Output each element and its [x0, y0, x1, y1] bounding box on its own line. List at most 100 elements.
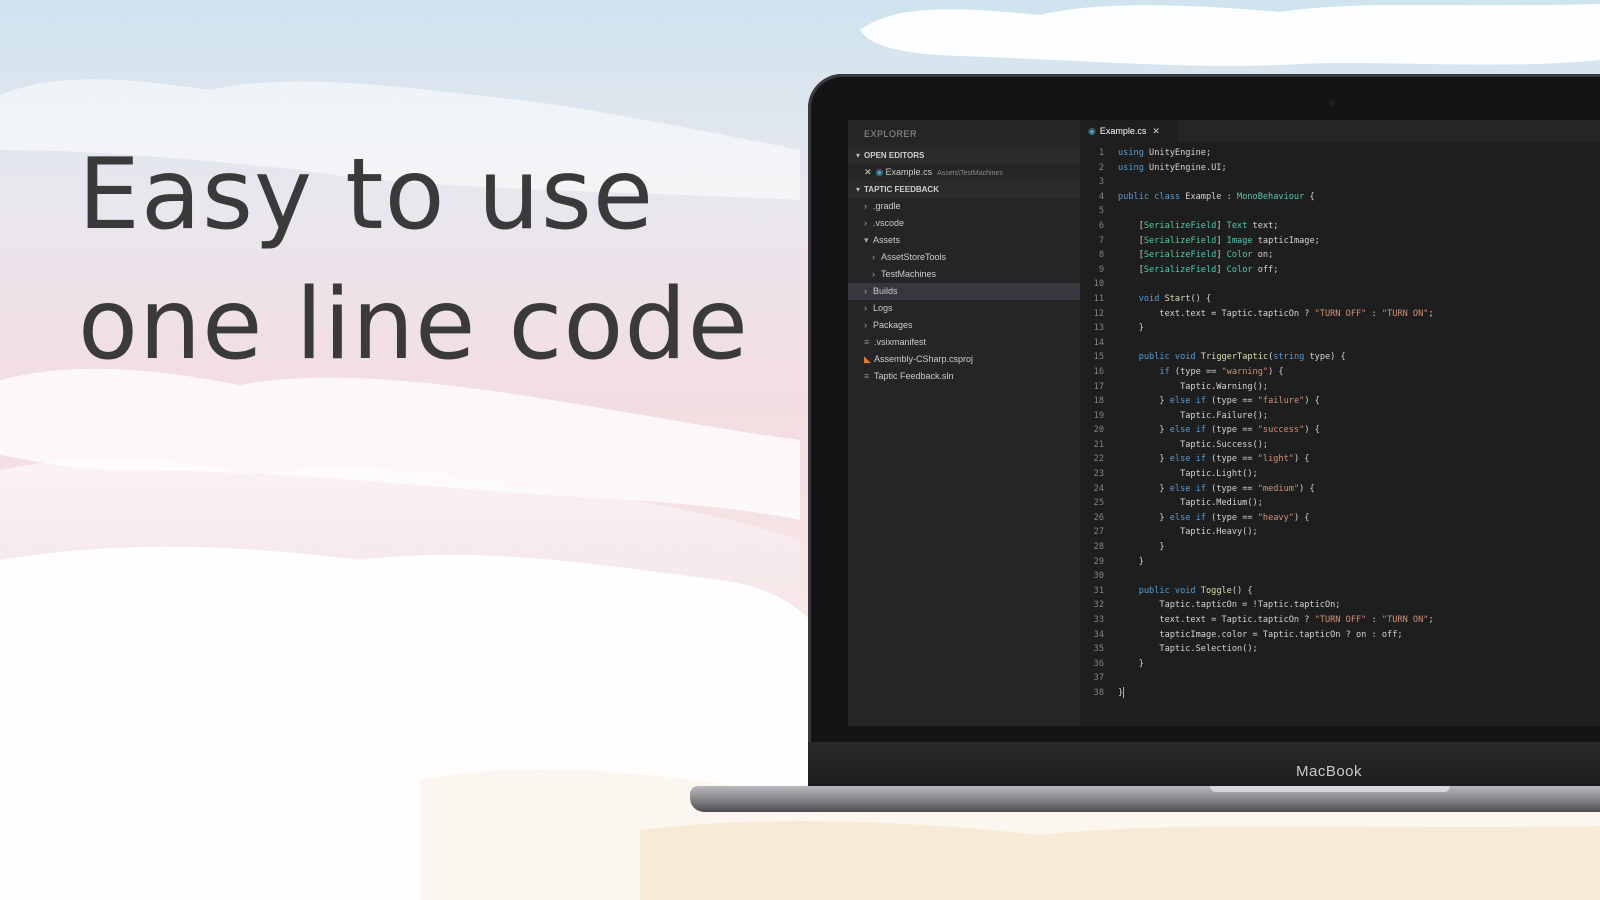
code-token: else if [1169, 512, 1212, 523]
code-token: { [1304, 191, 1315, 202]
open-editor-file: Example.cs [885, 167, 933, 177]
code-line: 8 [SerializeField] Color on; [1080, 248, 1600, 263]
code-line: 36 } [1080, 657, 1600, 672]
code-line: 12 text.text = Taptic.tapticOn ? "TURN O… [1080, 307, 1600, 322]
code-token: text.text = Taptic.tapticOn ? [1118, 308, 1315, 319]
code-token: Color [1226, 250, 1253, 261]
project-header[interactable]: ▾ TAPTIC FEEDBACK [848, 181, 1080, 198]
code-line: 34 tapticImage.color = Taptic.tapticOn ?… [1080, 628, 1600, 643]
code-token: Taptic.Light(); [1118, 469, 1258, 480]
code-token: [ [1118, 220, 1144, 231]
code-line: 31 public void Toggle() { [1080, 584, 1600, 599]
code-token: Taptic.Success(); [1118, 439, 1269, 450]
chevron-down-icon: ▾ [856, 185, 861, 194]
chevron-right-icon: › [864, 218, 867, 228]
code-token: Toggle [1200, 585, 1232, 596]
code-line: 7 [SerializeField] Image tapticImage; [1080, 234, 1600, 249]
code-token: Start [1164, 293, 1191, 304]
line-number: 36 [1093, 658, 1104, 669]
code-text: Taptic.Success(); [1118, 440, 1268, 450]
code-token: SerializeField [1143, 235, 1217, 246]
code-token: : [1366, 615, 1382, 625]
code-text: Taptic.Selection(); [1118, 644, 1257, 654]
code-lines[interactable]: 1 using UnityEngine; 2 using UnityEngine.UI… [1080, 146, 1600, 701]
line-number: 25 [1093, 498, 1104, 509]
code-text: Taptic.Failure(); [1118, 411, 1268, 421]
line-number: 18 [1093, 396, 1104, 407]
code-token: tapticImage; [1252, 235, 1320, 246]
code-text: } [1118, 323, 1144, 333]
code-token: text.text = Taptic.tapticOn ? [1118, 615, 1315, 625]
tree-item[interactable]: › Logs [848, 300, 1080, 317]
code-text: Taptic.Medium(); [1118, 498, 1263, 508]
code-line: 1 using UnityEngine; [1080, 146, 1600, 161]
code-token: ) { [1304, 396, 1320, 407]
line-number: 38 [1093, 687, 1104, 698]
chevron-right-icon: › [872, 252, 875, 262]
code-text: using UnityEngine; [1118, 148, 1211, 158]
code-line: 37 [1080, 671, 1600, 686]
tree-item[interactable]: › AssetStoreTools [848, 249, 1080, 266]
code-token: "warning" [1221, 366, 1269, 377]
line-number: 27 [1093, 527, 1104, 538]
line-number: 2 [1098, 162, 1104, 173]
code-token: } [1118, 483, 1170, 494]
code-token: ) { [1293, 512, 1310, 523]
code-token: Taptic.Warning(); [1118, 381, 1269, 392]
line-number: 16 [1093, 366, 1104, 377]
chevron-right-icon: › [872, 269, 875, 279]
code-line: 10 [1080, 277, 1600, 292]
line-number: 10 [1093, 279, 1104, 290]
chevron-right-icon: › [864, 286, 867, 296]
code-token: } [1118, 425, 1170, 436]
tree-item[interactable]: ≡ Taptic Feedback.sln [848, 368, 1080, 385]
tree-item-label: AssetStoreTools [881, 252, 947, 262]
code-token: using [1118, 162, 1150, 173]
code-token: (type == [1211, 454, 1258, 465]
line-number: 35 [1093, 644, 1104, 655]
code-token: Taptic.Heavy(); [1118, 527, 1258, 538]
tab-example-cs[interactable]: ◉ Example.cs ✕ [1080, 120, 1178, 142]
code-text: [SerializeField] Image tapticImage; [1118, 236, 1320, 246]
line-number: 17 [1093, 381, 1104, 392]
tree-item[interactable]: ▾ Assets [848, 232, 1080, 249]
open-editors-header[interactable]: ▾ OPEN EDITORS [848, 147, 1080, 164]
tree-item[interactable]: ◣ Assembly-CSharp.csproj [848, 351, 1080, 368]
code-text: } else if (type == "medium") { [1118, 483, 1314, 494]
csharp-file-icon: ◉ [1088, 126, 1096, 136]
tree-item-label: .vsixmanifest [874, 337, 927, 347]
line-number: 29 [1093, 556, 1104, 567]
code-token: Example [1185, 191, 1222, 202]
code-token: () { [1190, 293, 1212, 304]
code-token: ) { [1304, 425, 1320, 436]
code-editor[interactable]: ◉ Example.cs ✕ 1 using UnityEngine; 2 using U… [1080, 120, 1600, 726]
code-line: 23 Taptic.Light(); [1080, 467, 1600, 482]
code-token: Taptic.Failure(); [1118, 410, 1269, 421]
tree-item[interactable]: › .vscode [848, 215, 1080, 232]
line-number: 21 [1093, 439, 1104, 450]
code-text: void Start() { [1118, 294, 1211, 304]
line-number: 20 [1093, 425, 1104, 436]
tree-item[interactable]: › Builds [848, 283, 1080, 300]
tree-item[interactable]: › .gradle [848, 198, 1080, 215]
code-line: 14 [1080, 336, 1600, 351]
tree-item-label: Taptic Feedback.sln [874, 371, 954, 381]
code-token: using [1118, 148, 1150, 158]
code-token: "light" [1257, 454, 1294, 465]
close-icon[interactable]: ✕ [864, 167, 872, 177]
line-number: 4 [1098, 191, 1104, 202]
close-icon[interactable]: ✕ [1152, 126, 1160, 136]
chevron-right-icon: › [864, 303, 867, 313]
tree-item[interactable]: ≡ .vsixmanifest [848, 334, 1080, 351]
tree-item[interactable]: › Packages [848, 317, 1080, 334]
brand-label: MacBook [1296, 763, 1363, 780]
tree-item[interactable]: › TestMachines [848, 266, 1080, 283]
line-number: 12 [1093, 308, 1104, 319]
chevron-right-icon: › [864, 201, 867, 211]
code-token: Taptic.tapticOn = !Taptic.tapticOn; [1118, 600, 1341, 611]
code-line: 28 } [1080, 540, 1600, 555]
code-line: 29 } [1080, 555, 1600, 570]
open-editor-item[interactable]: ✕ ◉ Example.cs Assets\TestMachines [848, 164, 1080, 181]
text-cursor [1123, 686, 1125, 698]
camera-icon [1329, 100, 1335, 106]
